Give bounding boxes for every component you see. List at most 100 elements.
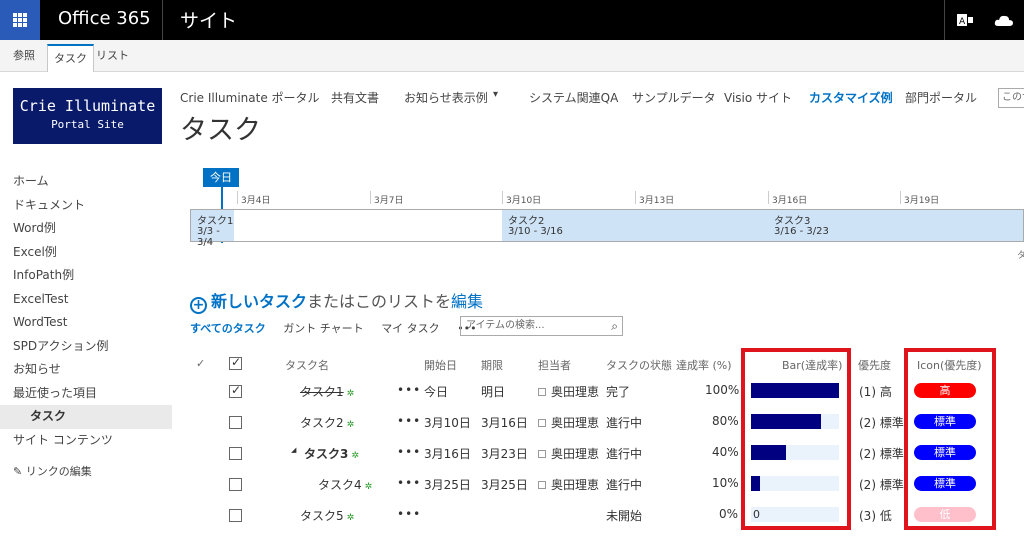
item-menu-icon[interactable]: ••• xyxy=(397,445,421,459)
edit-list-link[interactable]: 編集 xyxy=(451,292,483,311)
task-name-link[interactable]: タスク3 ✲ xyxy=(304,445,359,462)
new-item-icon: ✲ xyxy=(346,513,355,523)
topnav-item-portal[interactable]: Crie Illuminate ポータル xyxy=(180,89,320,106)
select-all-checkbox[interactable] xyxy=(229,355,242,370)
column-header-status[interactable]: タスクの状態 xyxy=(606,357,672,373)
row-checkbox[interactable] xyxy=(229,383,242,398)
edit-links[interactable]: ✎ リンクの編集 xyxy=(13,463,92,479)
view-gantt[interactable]: ガント チャート xyxy=(283,322,363,335)
leftnav-item-recent[interactable]: 最近使った項目 xyxy=(0,382,172,406)
leftnav-item-wordtest[interactable]: WordTest xyxy=(0,311,172,335)
column-header-check[interactable]: ✓ xyxy=(196,357,205,370)
topnav-item-system-qa[interactable]: システム関連QA xyxy=(529,89,618,106)
row-checkbox[interactable] xyxy=(229,447,242,460)
row-checkbox[interactable] xyxy=(229,478,242,491)
ribbon-tab-browse[interactable]: 参照 xyxy=(7,40,41,72)
priority: (3) 低 xyxy=(859,509,892,523)
new-task-link[interactable]: 新しいタスク xyxy=(211,292,307,311)
task-name-link[interactable]: タスク1 ✲ xyxy=(300,383,354,400)
exchange-icon[interactable]: A xyxy=(944,0,984,40)
assignee-name: 奥田理恵 xyxy=(551,416,600,430)
ribbon-tab-task[interactable]: タスク xyxy=(47,44,94,72)
leftnav-item-tasks[interactable]: タスク xyxy=(0,405,172,429)
row-checkbox[interactable] xyxy=(229,509,242,522)
logo-line2: Portal Site xyxy=(51,118,124,131)
assignee[interactable]: 奥田理恵 xyxy=(538,414,599,431)
item-menu-icon[interactable]: ••• xyxy=(397,414,421,428)
item-menu-icon[interactable]: ••• xyxy=(397,476,421,490)
assignee-name: 奥田理恵 xyxy=(551,385,600,399)
topnav-item-shared-docs[interactable]: 共有文書 xyxy=(331,89,379,106)
task-name: タスク1 xyxy=(300,385,344,399)
topnav-dropdown-arrow-icon[interactable]: ▾ xyxy=(493,89,498,100)
page-title: タスク xyxy=(180,115,261,146)
topnav-item-news[interactable]: お知らせ表示例 xyxy=(404,89,488,106)
task-name-link[interactable]: タスク5 ✲ xyxy=(300,507,354,524)
timeline-date-label: 3月10日 xyxy=(506,196,542,206)
new-task-middle-text: またはこのリストを xyxy=(307,292,452,311)
column-header-assignee[interactable]: 担当者 xyxy=(538,357,571,373)
onedrive-icon[interactable] xyxy=(984,0,1024,40)
suite-divider xyxy=(162,0,163,40)
view-all-tasks[interactable]: すべてのタスク xyxy=(190,322,266,335)
leftnav-item-word[interactable]: Word例 xyxy=(0,217,172,241)
leftnav-item-site-contents[interactable]: サイト コンテンツ xyxy=(0,429,172,453)
timeline-bar-range: 3/3 - 3/4 xyxy=(197,226,220,248)
priority: (1) 高 xyxy=(859,385,892,399)
leftnav-item-spd-action[interactable]: SPDアクション例 xyxy=(0,335,172,359)
leftnav-item-home[interactable]: ホーム xyxy=(0,170,172,194)
app-launcher-icon[interactable] xyxy=(0,0,40,40)
task-status: 進行中 xyxy=(606,447,643,461)
item-menu-icon[interactable]: ••• xyxy=(397,507,421,521)
topnav-item-sample-data[interactable]: サンプルデータ xyxy=(632,89,716,106)
timeline-tick xyxy=(900,191,901,204)
task-name: タスク4 xyxy=(318,478,362,492)
start-date: 3月16日 xyxy=(424,447,471,461)
ribbon-tab-list[interactable]: リスト xyxy=(90,40,135,72)
new-task-bar: + 新しいタスクまたはこのリストを編集 xyxy=(190,288,483,314)
timeline-bar-task1[interactable]: タスク1 3/3 - 3/4 xyxy=(191,210,234,248)
site-logo[interactable]: Crie Illuminate Portal Site xyxy=(13,88,162,144)
expand-icon[interactable]: ◢ xyxy=(291,446,296,454)
assignee[interactable]: 奥田理恵 xyxy=(538,445,599,462)
assignee[interactable]: 奥田理恵 xyxy=(538,383,599,400)
start-date: 今日 xyxy=(424,385,449,399)
timeline-bar-task2[interactable]: タスク2 3/10 - 3/16 xyxy=(502,210,768,241)
view-my-tasks[interactable]: マイ タスク xyxy=(381,322,440,335)
add-icon[interactable]: + xyxy=(190,297,207,314)
search-icon[interactable]: ⌕ xyxy=(611,317,618,335)
priority: (2) 標準 xyxy=(859,447,904,461)
column-header-start[interactable]: 開始日 xyxy=(424,357,457,373)
due-date: 明日 xyxy=(481,385,506,399)
site-search-input[interactable]: このサ xyxy=(998,88,1024,108)
timeline-overflow-text: タ xyxy=(1017,251,1024,261)
percent-complete: 0% xyxy=(719,507,739,521)
task-name-link[interactable]: タスク4 ✲ xyxy=(318,476,372,493)
item-menu-icon[interactable]: ••• xyxy=(397,383,421,397)
list-search-input[interactable]: アイテムの検索... ⌕ xyxy=(460,316,623,336)
topnav-item-dept-portal[interactable]: 部門ポータル xyxy=(905,89,977,106)
topnav-item-customize[interactable]: カスタマイズ例 xyxy=(809,89,893,106)
timeline-bar-name: タスク1 xyxy=(197,216,234,227)
leftnav-item-excel[interactable]: Excel例 xyxy=(0,241,172,265)
column-header-percent[interactable]: 達成率 (%) xyxy=(676,357,732,373)
task-name-link[interactable]: タスク2 ✲ xyxy=(300,414,354,431)
leftnav-item-documents[interactable]: ドキュメント xyxy=(0,194,172,218)
start-date: 3月25日 xyxy=(424,478,471,492)
column-header-priority[interactable]: 優先度 xyxy=(858,357,891,373)
brand-link[interactable]: Office 365 xyxy=(58,8,151,29)
timeline-bar-task3[interactable]: タスク3 3/16 - 3/23 xyxy=(768,210,1023,241)
view-selector: すべてのタスク ガント チャート マイ タスク ••• xyxy=(190,320,491,336)
leftnav-item-infopath[interactable]: InfoPath例 xyxy=(0,264,172,288)
presence-icon xyxy=(538,450,546,458)
leftnav-item-news[interactable]: お知らせ xyxy=(0,358,172,382)
percent-complete: 80% xyxy=(712,414,739,428)
task-name: タスク2 xyxy=(300,416,344,430)
site-title[interactable]: サイト xyxy=(180,6,237,33)
column-header-name[interactable]: タスク名 xyxy=(285,357,329,373)
assignee[interactable]: 奥田理恵 xyxy=(538,476,599,493)
leftnav-item-exceltest[interactable]: ExcelTest xyxy=(0,288,172,312)
column-header-due[interactable]: 期限 xyxy=(481,357,503,373)
topnav-item-visio[interactable]: Visio サイト xyxy=(724,89,792,106)
row-checkbox[interactable] xyxy=(229,416,242,429)
